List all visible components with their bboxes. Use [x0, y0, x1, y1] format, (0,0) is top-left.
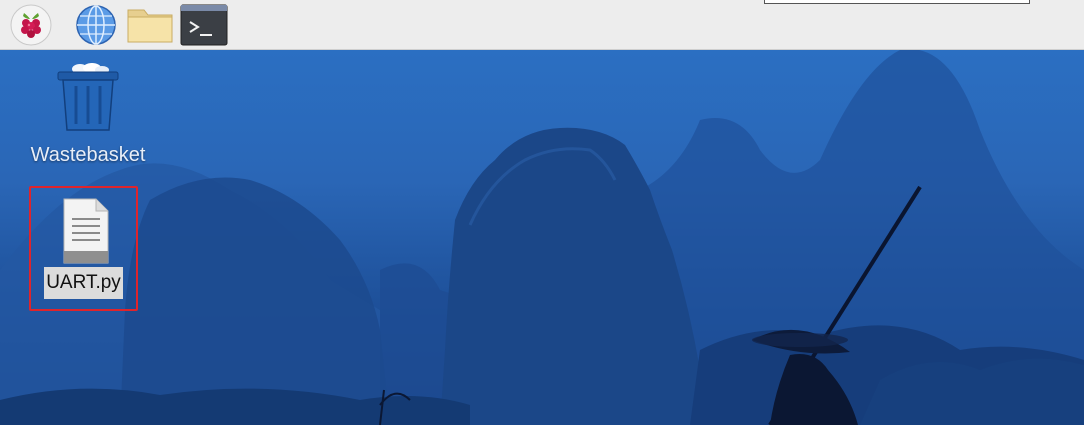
raspberry-icon	[9, 4, 53, 50]
desktop-item-wastebasket[interactable]: Wastebasket	[18, 60, 158, 170]
globe-icon	[74, 5, 118, 50]
wallpaper-image	[0, 50, 1084, 425]
terminal-button[interactable]	[180, 4, 228, 46]
web-browser-button[interactable]	[74, 4, 118, 46]
desktop-item-uart-py[interactable]: UART.py	[29, 186, 138, 311]
taskbar	[0, 0, 1084, 50]
menu-button[interactable]	[9, 4, 53, 46]
folder-icon	[126, 9, 174, 50]
desktop-item-label: Wastebasket	[30, 144, 146, 166]
desktop-item-label: UART.py	[44, 267, 123, 299]
screen: Wastebasket UART.py	[0, 0, 1084, 425]
terminal-icon	[180, 4, 228, 50]
panel-text-field[interactable]	[764, 0, 1030, 4]
file-manager-button[interactable]	[126, 4, 174, 46]
desktop[interactable]: Wastebasket UART.py	[0, 50, 1084, 425]
